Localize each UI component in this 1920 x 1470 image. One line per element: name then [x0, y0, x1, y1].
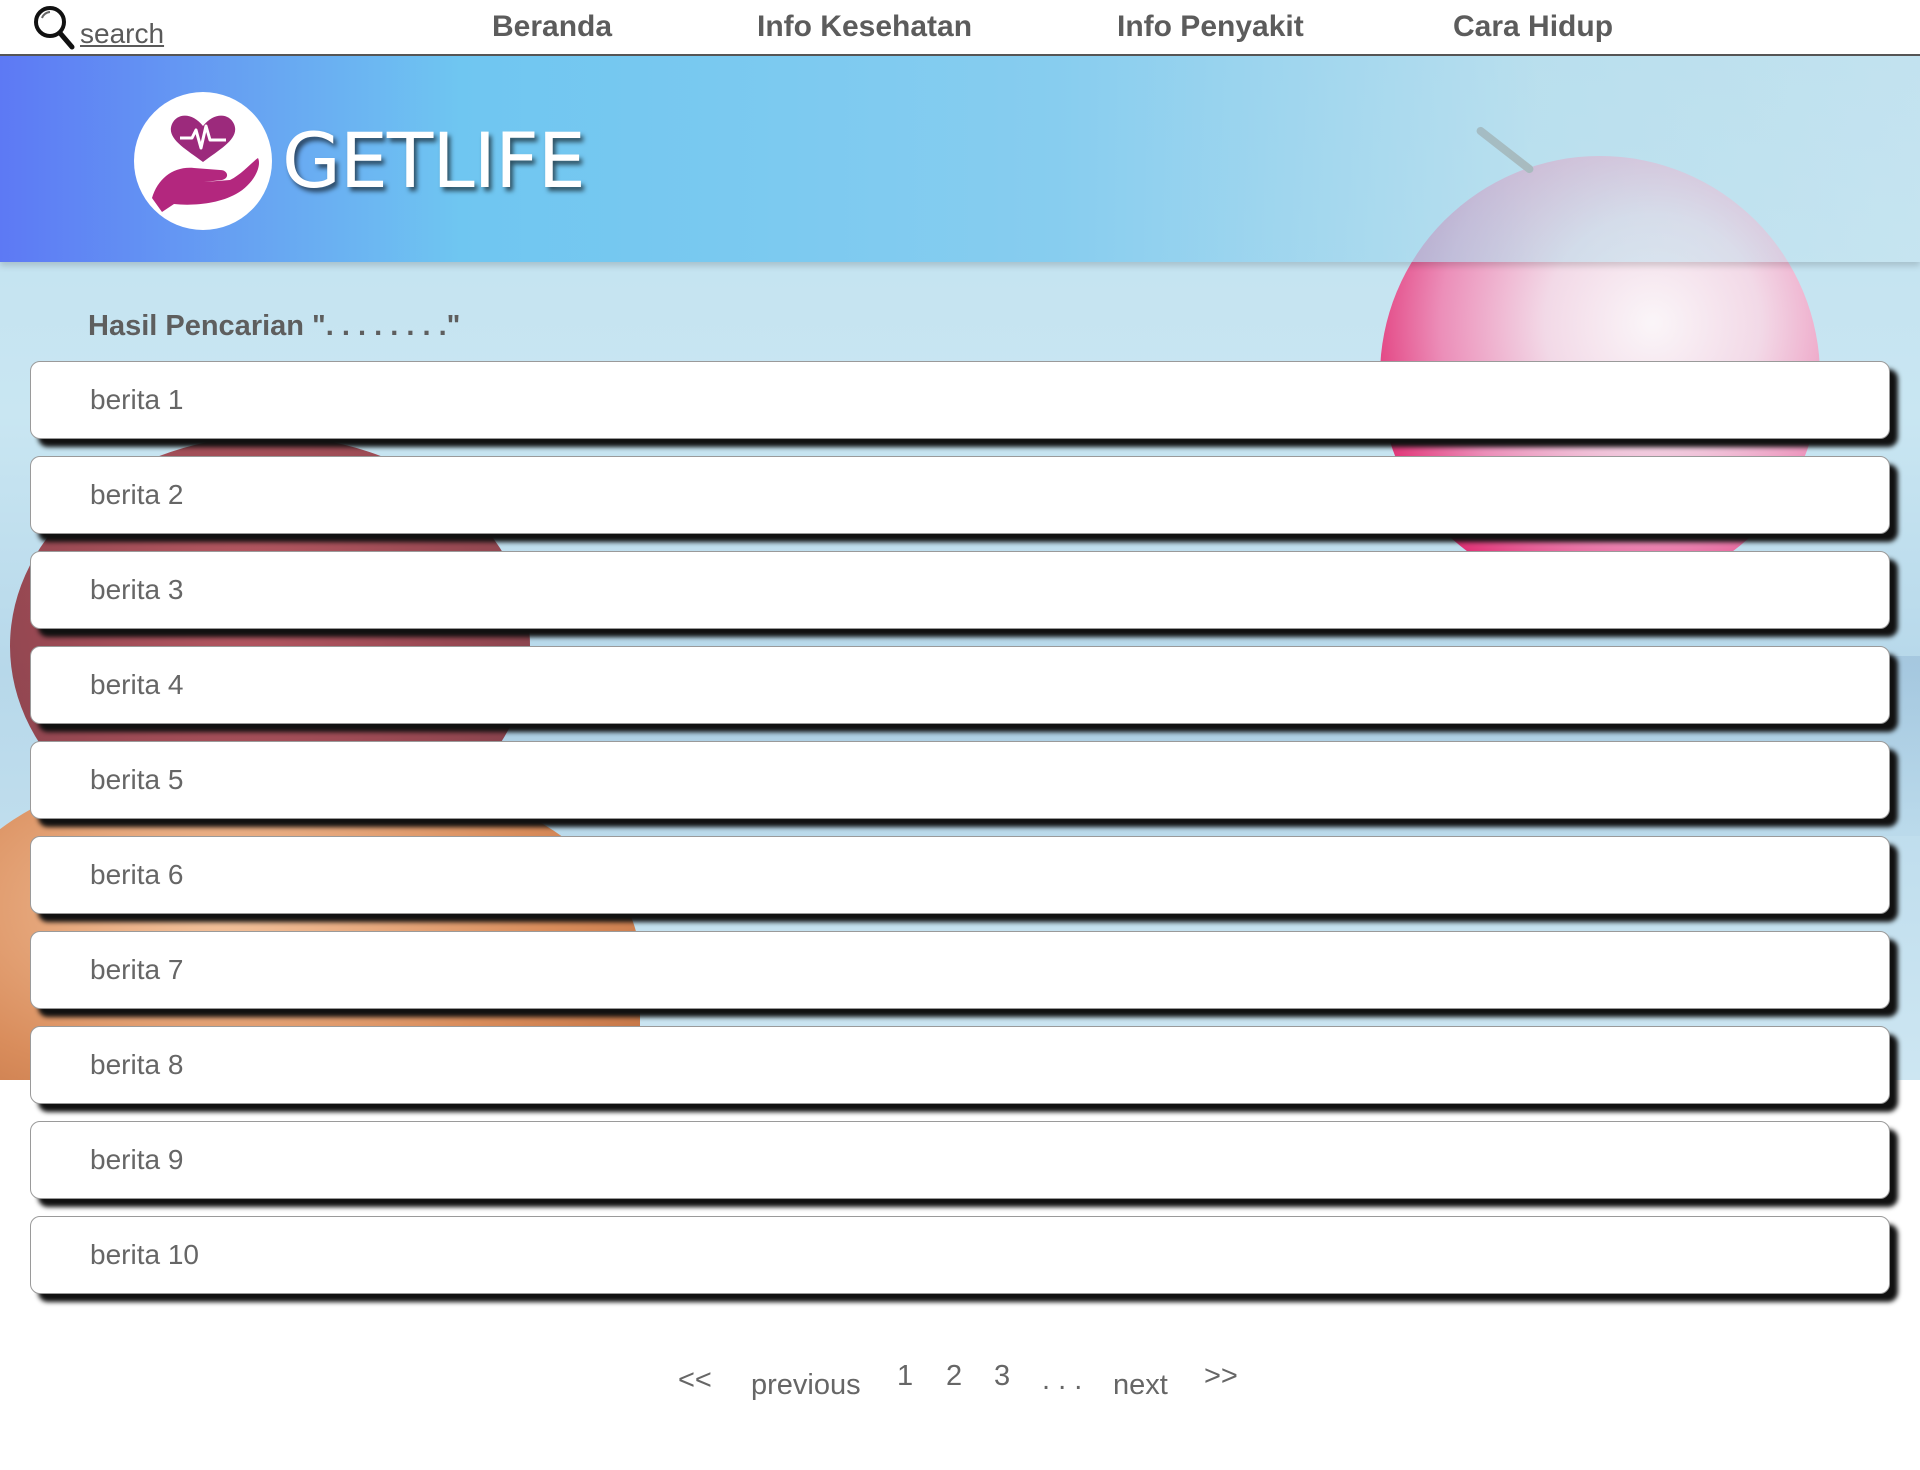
brand-name: GETLIFE — [282, 116, 586, 205]
result-list: berita 1 berita 2 berita 3 berita 4 beri… — [30, 361, 1890, 1311]
result-item-label[interactable]: berita 2 — [90, 479, 183, 511]
result-item-label[interactable]: berita 9 — [90, 1144, 183, 1176]
page-link-3[interactable]: 3 — [994, 1360, 1010, 1393]
result-item-label[interactable]: berita 5 — [90, 764, 183, 796]
result-item[interactable]: berita 4 — [30, 646, 1890, 724]
last-page-link[interactable]: >> — [1204, 1360, 1238, 1393]
page-link-2[interactable]: 2 — [946, 1360, 962, 1393]
result-item[interactable]: berita 1 — [30, 361, 1890, 439]
page-link-1[interactable]: 1 — [897, 1360, 913, 1393]
search-link[interactable]: search — [32, 4, 164, 52]
search-icon[interactable] — [32, 4, 76, 52]
result-item[interactable]: berita 2 — [30, 456, 1890, 534]
nav-item-beranda[interactable]: Beranda — [492, 10, 612, 44]
search-label[interactable]: search — [80, 8, 164, 52]
nav-item-info-penyakit[interactable]: Info Penyakit — [1117, 10, 1304, 44]
result-item[interactable]: berita 9 — [30, 1121, 1890, 1199]
result-item-label[interactable]: berita 1 — [90, 384, 183, 416]
result-item[interactable]: berita 5 — [30, 741, 1890, 819]
result-item[interactable]: berita 6 — [30, 836, 1890, 914]
result-item-label[interactable]: berita 7 — [90, 954, 183, 986]
previous-page-link[interactable]: previous — [751, 1369, 861, 1402]
nav-item-info-kesehatan[interactable]: Info Kesehatan — [757, 10, 972, 44]
result-item-label[interactable]: berita 6 — [90, 859, 183, 891]
search-results-title: Hasil Pencarian ". . . . . . . ." — [88, 310, 461, 342]
result-item-label[interactable]: berita 8 — [90, 1049, 183, 1081]
nav-item-cara-hidup[interactable]: Cara Hidup — [1453, 10, 1613, 44]
heart-hand-icon — [144, 100, 262, 223]
result-item-label[interactable]: berita 10 — [90, 1239, 199, 1271]
result-item-label[interactable]: berita 3 — [90, 574, 183, 606]
top-navigation: search Beranda Info Kesehatan Info Penya… — [0, 0, 1920, 56]
result-item[interactable]: berita 3 — [30, 551, 1890, 629]
result-item[interactable]: berita 8 — [30, 1026, 1890, 1104]
getlife-logo[interactable] — [134, 92, 272, 230]
result-item[interactable]: berita 7 — [30, 931, 1890, 1009]
next-page-link[interactable]: next — [1113, 1369, 1168, 1402]
pagination-ellipsis: . . . — [1042, 1364, 1083, 1396]
first-page-link[interactable]: << — [678, 1364, 712, 1397]
result-item-label[interactable]: berita 4 — [90, 669, 183, 701]
result-item[interactable]: berita 10 — [30, 1216, 1890, 1294]
header-banner: GETLIFE — [0, 56, 1920, 262]
